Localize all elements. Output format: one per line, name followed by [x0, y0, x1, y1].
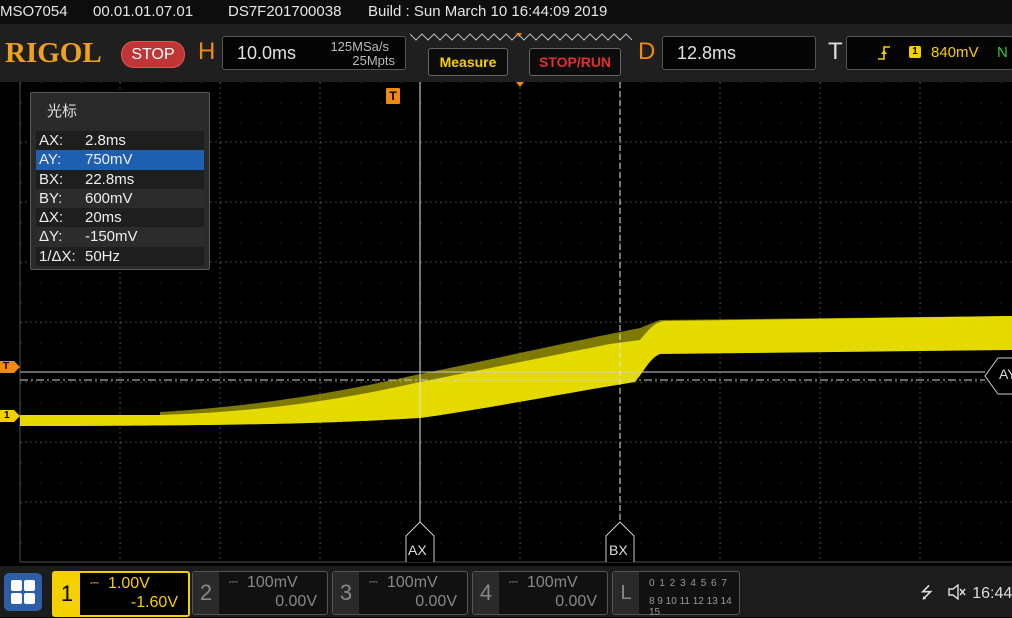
coupling-dc-icon: ⎓	[509, 576, 518, 588]
channel-1-box[interactable]: 1 ⎓ 1.00V -1.60V	[52, 571, 190, 617]
cursor-row-freq: 1/ΔX: 50Hz	[36, 246, 204, 267]
toolbar: RIGOL STOP H 10.0ms 125MSa/s 25Mpts Meas…	[0, 24, 1012, 82]
channel-3-offset: 0.00V	[415, 593, 457, 610]
trigger-source-chip: 1	[909, 46, 921, 58]
delay-menu-letter[interactable]: D	[638, 38, 655, 66]
channel-4-scale: 100mV	[527, 574, 578, 591]
logic-row-high: 8 9 10 11 12 13 14 15	[649, 596, 732, 618]
coupling-dc-icon: ⎓	[369, 576, 378, 588]
trigger-position-marker[interactable]: T	[386, 88, 400, 104]
firmware-label: 00.01.01.07.01	[93, 3, 194, 20]
waveform-display[interactable]: T T 1 AX BX AY 光标 AX: 2.8ms AY: 750mV BX: 2…	[0, 82, 1012, 566]
usb-icon: ⭍	[920, 585, 934, 602]
cursor-row-dy: ΔY: -150mV	[36, 227, 204, 247]
channel-3-box[interactable]: 3 ⎓ 100mV 0.00V	[332, 571, 468, 615]
trigger-level-marker[interactable]: T	[3, 361, 9, 372]
model-label: MSO7054	[0, 3, 68, 20]
rigol-logo: RIGOL	[5, 37, 102, 69]
serial-label: DS7F201700038	[228, 3, 342, 20]
delay-box[interactable]: 12.8ms	[662, 36, 816, 70]
speaker-muted-icon[interactable]	[948, 583, 966, 601]
cursor-row-by: BY: 600mV	[36, 188, 204, 209]
timebase-box[interactable]: 10.0ms 125MSa/s 25Mpts	[222, 36, 406, 70]
channel-4-box[interactable]: 4 ⎓ 100mV 0.00V	[472, 571, 608, 615]
timebase-value: 10.0ms	[237, 43, 297, 63]
bottom-bar: 1 ⎓ 1.00V -1.60V 2 ⎓ 100mV 0.00V 3 ⎓ 100…	[0, 566, 1012, 618]
measure-button[interactable]: Measure	[428, 48, 508, 76]
channel-1-offset: -1.60V	[130, 594, 178, 611]
sample-rate: 125MSa/s	[330, 39, 389, 54]
delay-value: 12.8ms	[677, 43, 737, 63]
info-bar: MSO7054 00.01.01.07.01 DS7F201700038 Bui…	[0, 0, 1012, 24]
channel-2-number: 2	[193, 572, 219, 614]
cursor-row-bx: BX: 22.8ms	[36, 169, 204, 189]
memory-depth: 25Mpts	[352, 53, 395, 68]
cursor-row-ax: AX: 2.8ms	[36, 131, 204, 151]
logic-row-low: 0 1 2 3 4 5 6 7	[649, 578, 728, 589]
channel-4-offset: 0.00V	[555, 593, 597, 610]
stop-run-button[interactable]: STOP/RUN	[529, 48, 621, 76]
cursor-panel-title: 光标	[47, 103, 78, 120]
coupling-dc-icon: ⎓	[90, 577, 99, 589]
cursor-readout-list: AX: 2.8ms AY: 750mV BX: 22.8ms BY: 600mV ΔX:…	[36, 131, 204, 267]
channel-3-number: 3	[333, 572, 359, 614]
channel-2-box[interactable]: 2 ⎓ 100mV 0.00V	[192, 571, 328, 615]
channel-2-scale: 100mV	[247, 574, 298, 591]
channel-1-number: 1	[54, 573, 80, 615]
home-menu-icon[interactable]	[4, 573, 42, 611]
trigger-mode: N	[997, 44, 1008, 61]
cursor-panel[interactable]: 光标 AX: 2.8ms AY: 750mV BX: 22.8ms BY: 600mV …	[30, 92, 210, 270]
coupling-dc-icon: ⎓	[229, 576, 238, 588]
trigger-level: 840mV	[931, 44, 979, 61]
logic-channels-box[interactable]: L 0 1 2 3 4 5 6 7 8 9 10 11 12 13 14 15	[612, 571, 740, 618]
channel-4-number: 4	[473, 572, 499, 614]
channel-2-offset: 0.00V	[275, 593, 317, 610]
run-state-badge[interactable]: STOP	[121, 41, 185, 68]
rising-edge-icon	[878, 46, 890, 60]
trigger-menu-letter[interactable]: T	[828, 38, 843, 66]
clock: 16:44	[972, 585, 1012, 602]
channel-1-scale: 1.00V	[108, 575, 150, 592]
cursor-bx-label[interactable]: BX	[609, 542, 628, 558]
channel-3-scale: 100mV	[387, 574, 438, 591]
horizontal-menu-letter[interactable]: H	[198, 38, 215, 66]
logic-label: L	[613, 572, 639, 614]
memory-overview-icon	[410, 33, 632, 41]
build-label: Build : Sun March 10 16:44:09 2019	[368, 3, 608, 20]
cursor-ax-label[interactable]: AX	[408, 542, 427, 558]
cursor-row-dx: ΔX: 20ms	[36, 208, 204, 228]
cursor-ay-label[interactable]: AY	[999, 366, 1012, 382]
status-area: ⭍ 16:44	[920, 582, 1012, 609]
trigger-box[interactable]: 1 840mV N	[846, 36, 1012, 70]
channel1-offset-marker[interactable]: 1	[4, 410, 10, 421]
cursor-row-ay: AY: 750mV	[36, 150, 204, 170]
